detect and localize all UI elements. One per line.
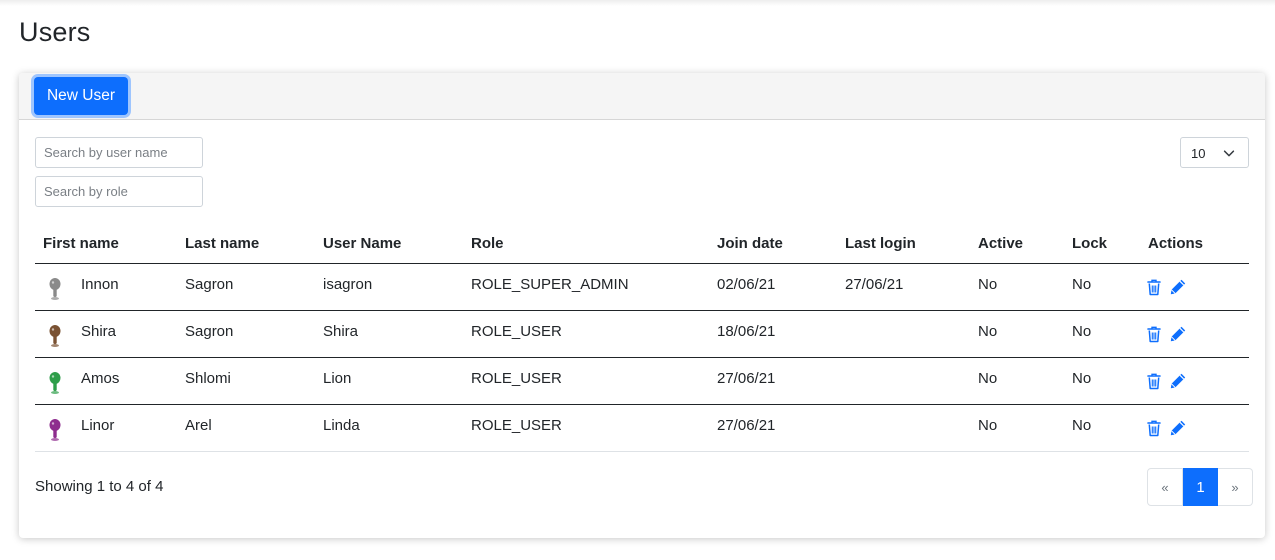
users-card: New User 10 First name Last name User Na… [19,73,1265,538]
cell-first-name: Linor [81,417,115,434]
cell-join-date: 27/06/21 [717,370,776,387]
table-row: Shira Sagron Shira ROLE_USER 18/06/21 No No [35,311,1249,358]
pagination-next-button[interactable]: » [1218,468,1253,506]
pencil-icon[interactable] [1169,372,1187,390]
cell-join-date: 27/06/21 [717,417,776,434]
users-table: First name Last name User Name Role Join… [35,223,1249,452]
table-header: First name Last name User Name Role Join… [35,223,1249,264]
avatar-icon [49,419,61,441]
cell-first-name: Shira [81,323,117,340]
cell-last-name: Sagron [185,323,234,340]
cell-last-login: 27/06/21 [845,276,904,293]
pagination-prev-button[interactable]: « [1147,468,1183,506]
cell-active: No [978,323,998,340]
table-row: Innon Sagron isagron ROLE_SUPER_ADMIN 02/06/… [35,264,1249,311]
header-user-name[interactable]: User Name [323,235,401,252]
header-join-date[interactable]: Join date [717,235,783,252]
avatar-icon [49,278,61,300]
cell-role: ROLE_SUPER_ADMIN [471,276,629,293]
cell-user-name: Shira [323,323,359,340]
header-actions: Actions [1148,235,1204,252]
cell-first-name: Amos [81,370,120,387]
trash-icon[interactable] [1146,325,1162,343]
table-row: Linor Arel Linda ROLE_USER 27/06/21 No No [35,405,1249,452]
cell-user-name: Lion [323,370,352,387]
table-row: Amos Shlomi Lion ROLE_USER 27/06/21 No No [35,358,1249,405]
cell-last-name: Sagron [185,276,234,293]
page-title: Users [19,17,91,47]
cell-active: No [978,417,998,434]
cell-lock: No [1072,417,1092,434]
cell-first-name: Innon [81,276,119,293]
cell-role: ROLE_USER [471,323,562,340]
pencil-icon[interactable] [1169,278,1187,296]
pagination-page-1[interactable]: 1 [1183,468,1218,506]
top-shadow [0,0,1275,6]
avatar-icon [49,372,61,394]
cell-last-name: Arel [185,417,212,434]
cell-last-name: Shlomi [185,370,231,387]
cell-lock: No [1072,370,1092,387]
trash-icon[interactable] [1146,419,1162,437]
card-header: New User [19,73,1265,120]
cell-lock: No [1072,276,1092,293]
search-role-input[interactable] [35,176,203,207]
cell-role: ROLE_USER [471,370,562,387]
search-user-name-input[interactable] [35,137,203,168]
cell-active: No [978,276,998,293]
pagination: « 1 » [1147,468,1253,506]
cell-user-name: Linda [323,417,360,434]
avatar-icon [49,325,61,347]
pencil-icon[interactable] [1169,325,1187,343]
chevron-down-icon [1223,150,1235,157]
showing-count: Showing 1 to 4 of 4 [35,478,164,495]
cell-role: ROLE_USER [471,417,562,434]
cell-user-name: isagron [323,276,373,293]
trash-icon[interactable] [1146,372,1162,390]
header-first-name[interactable]: First name [43,235,119,252]
header-role[interactable]: Role [471,235,504,252]
header-active[interactable]: Active [978,235,1023,252]
header-last-login[interactable]: Last login [845,235,916,252]
cell-join-date: 18/06/21 [717,323,776,340]
cell-join-date: 02/06/21 [717,276,776,293]
page-size-value: 10 [1191,146,1206,161]
cell-lock: No [1072,323,1092,340]
cell-active: No [978,370,998,387]
trash-icon[interactable] [1146,278,1162,296]
table-body: Innon Sagron isagron ROLE_SUPER_ADMIN 02/06/… [35,264,1249,452]
header-last-name[interactable]: Last name [185,235,259,252]
pencil-icon[interactable] [1169,419,1187,437]
new-user-button[interactable]: New User [34,77,128,115]
header-lock[interactable]: Lock [1072,235,1107,252]
page-size-select[interactable]: 10 [1180,137,1249,168]
